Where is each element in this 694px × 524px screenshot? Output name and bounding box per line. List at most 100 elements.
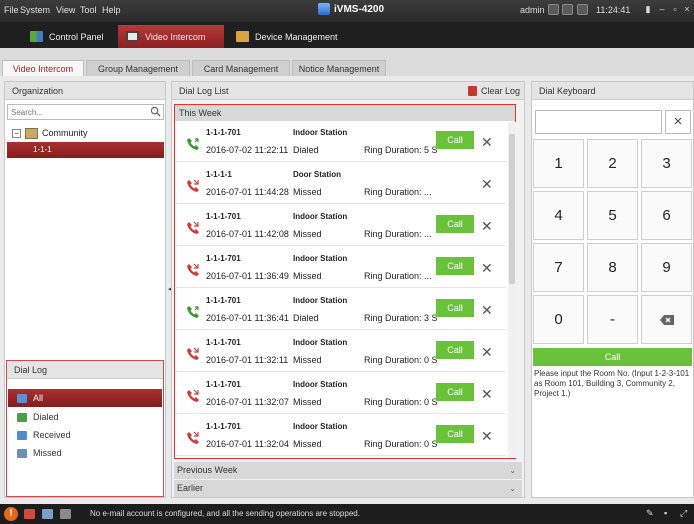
key-7[interactable]: 7 bbox=[533, 243, 584, 292]
key-0[interactable]: 0 bbox=[533, 295, 584, 344]
key-4[interactable]: 4 bbox=[533, 191, 584, 240]
room-number: 1-1-1-701 bbox=[206, 212, 241, 221]
minimize-icon[interactable]: – bbox=[656, 3, 668, 16]
dial-log-row[interactable]: 1-1-1-701 2016-07-01 11:36:49 Indoor Stati… bbox=[176, 248, 506, 288]
call-button[interactable]: Call bbox=[436, 257, 474, 275]
delete-icon[interactable]: ✕ bbox=[481, 428, 493, 445]
expand-icon[interactable]: ⤢ bbox=[680, 508, 687, 519]
room-number-input[interactable] bbox=[535, 110, 662, 134]
call-button[interactable]: Call bbox=[436, 383, 474, 401]
current-user[interactable]: admin bbox=[520, 5, 545, 15]
ring-duration: Ring Duration: 3 S bbox=[364, 313, 437, 323]
filter-missed[interactable]: Missed bbox=[8, 444, 162, 462]
search-icon[interactable] bbox=[150, 106, 161, 117]
clear-input-icon[interactable]: × bbox=[665, 110, 691, 134]
group-this-week[interactable]: This Week bbox=[175, 105, 515, 121]
dial-log-row[interactable]: 1-1-1-701 2016-07-01 11:32:07 Indoor Stati… bbox=[176, 374, 506, 414]
menu-help[interactable]: Help bbox=[102, 5, 121, 15]
calendar-icon[interactable] bbox=[577, 4, 588, 15]
lock-screen-icon[interactable]: ▮ bbox=[642, 3, 654, 16]
call-status: Missed bbox=[293, 229, 322, 239]
tab-card-management[interactable]: Card Management bbox=[192, 60, 290, 76]
key-6[interactable]: 6 bbox=[641, 191, 692, 240]
menu-tool[interactable]: Tool bbox=[80, 5, 97, 15]
call-button[interactable]: Call bbox=[436, 341, 474, 359]
dial-log-row[interactable]: 1-1-1-701 2016-07-01 11:36:41 Indoor Stati… bbox=[176, 290, 506, 330]
dial-log-row[interactable]: 1-1-1-701 2016-07-02 11:22:11 Indoor Stati… bbox=[176, 122, 506, 162]
module-tab-control-panel[interactable]: Control Panel bbox=[22, 25, 117, 48]
menu-view[interactable]: View bbox=[56, 5, 75, 15]
restore-icon[interactable]: ▪ bbox=[664, 508, 667, 518]
app-logo-icon bbox=[318, 3, 330, 15]
call-timestamp: 2016-07-01 11:42:08 bbox=[206, 229, 289, 239]
tab-notice-management[interactable]: Notice Management bbox=[292, 60, 386, 76]
key-dash[interactable]: - bbox=[587, 295, 638, 344]
clock: 11:24:41 bbox=[596, 5, 631, 15]
dial-log-list: This Week 1-1-1-701 2016-07-02 11:22:11 In… bbox=[174, 104, 516, 459]
menu-system[interactable]: System bbox=[20, 5, 50, 15]
delete-icon[interactable]: ✕ bbox=[481, 386, 493, 403]
backspace-key[interactable] bbox=[641, 295, 692, 344]
scrollbar-thumb[interactable] bbox=[509, 134, 515, 284]
search-input[interactable] bbox=[7, 104, 164, 120]
filter-all[interactable]: All bbox=[8, 389, 162, 407]
call-button[interactable]: Call bbox=[436, 425, 474, 443]
menu-file[interactable]: File bbox=[4, 5, 19, 15]
tree-node-community[interactable]: − Community bbox=[7, 126, 164, 140]
room-number: 1-1-1-701 bbox=[206, 128, 241, 137]
group-earlier[interactable]: Earlier ⌄ bbox=[174, 480, 522, 497]
delete-icon[interactable]: ✕ bbox=[481, 176, 493, 193]
dial-log-filter-panel: Dial Log All Dialed Received Missed bbox=[6, 360, 164, 497]
pin-icon[interactable]: ✎ bbox=[646, 508, 654, 519]
sound-icon[interactable] bbox=[60, 509, 71, 519]
delete-icon[interactable]: ✕ bbox=[481, 134, 493, 151]
dial-log-row[interactable]: 1-1-1-701 2016-07-01 11:32:04 Indoor Stati… bbox=[176, 416, 506, 456]
alarm-icon[interactable]: ! bbox=[4, 507, 18, 521]
key-8[interactable]: 8 bbox=[587, 243, 638, 292]
keyboard-call-button[interactable]: Call bbox=[533, 348, 692, 366]
dial-log-row[interactable]: 1-1-1-701 2016-07-01 11:32:11 Indoor Stati… bbox=[176, 332, 506, 372]
key-1[interactable]: 1 bbox=[533, 139, 584, 188]
collapse-icon[interactable]: − bbox=[12, 128, 21, 138]
delete-icon[interactable]: ✕ bbox=[481, 302, 493, 319]
room-number: 1-1-1-701 bbox=[206, 338, 241, 347]
list-scrollbar[interactable] bbox=[508, 122, 516, 458]
key-2[interactable]: 2 bbox=[587, 139, 638, 188]
lock-icon[interactable] bbox=[548, 4, 559, 15]
dial-log-row[interactable]: 1-1-1-701 2016-07-01 11:42:08 Indoor Stati… bbox=[176, 206, 506, 246]
call-button[interactable]: Call bbox=[436, 131, 474, 149]
dialed-icon bbox=[17, 412, 27, 422]
cpu-icon[interactable] bbox=[562, 4, 573, 15]
filter-dialed[interactable]: Dialed bbox=[8, 408, 162, 426]
dial-log-row[interactable]: 1-1-1-1 2016-07-01 11:44:28 Door Station Mi… bbox=[176, 164, 506, 204]
call-timestamp: 2016-07-02 11:22:11 bbox=[206, 145, 289, 155]
call-button[interactable]: Call bbox=[436, 215, 474, 233]
group-previous-week[interactable]: Previous Week ⌄ bbox=[174, 462, 522, 479]
dialed-call-icon bbox=[187, 138, 199, 150]
module-tab-video-intercom[interactable]: Video Intercom bbox=[118, 25, 224, 48]
tree-node-1-1-1[interactable]: 1-1-1 bbox=[7, 142, 164, 158]
close-icon[interactable]: × bbox=[681, 3, 693, 16]
key-9[interactable]: 9 bbox=[641, 243, 692, 292]
call-status: Missed bbox=[293, 355, 322, 365]
received-icon bbox=[17, 430, 27, 440]
ring-duration: Ring Duration: ... bbox=[364, 229, 432, 239]
key-5[interactable]: 5 bbox=[587, 191, 638, 240]
clear-log-button[interactable]: Clear Log bbox=[467, 86, 520, 96]
delete-icon[interactable]: ✕ bbox=[481, 218, 493, 235]
module-tab-device-management[interactable]: Device Management bbox=[228, 25, 356, 48]
delete-icon[interactable]: ✕ bbox=[481, 260, 493, 277]
module-tab-label: Control Panel bbox=[49, 31, 104, 42]
maximize-icon[interactable]: ▫ bbox=[669, 3, 681, 16]
delete-icon[interactable]: ✕ bbox=[481, 344, 493, 361]
call-button[interactable]: Call bbox=[436, 299, 474, 317]
all-icon bbox=[17, 393, 27, 403]
tab-video-intercom[interactable]: Video Intercom bbox=[2, 60, 84, 76]
alarm-event-icon[interactable] bbox=[24, 509, 35, 519]
intercom-icon bbox=[126, 31, 139, 42]
call-status: Missed bbox=[293, 397, 322, 407]
key-3[interactable]: 3 bbox=[641, 139, 692, 188]
message-icon[interactable] bbox=[42, 509, 53, 519]
filter-received[interactable]: Received bbox=[8, 426, 162, 444]
tab-group-management[interactable]: Group Management bbox=[86, 60, 190, 76]
